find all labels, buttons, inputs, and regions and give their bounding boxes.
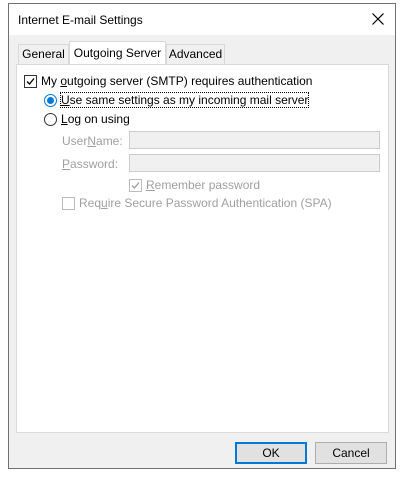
smtp-auth-option[interactable]: My outgoing server (SMTP) requires authe… bbox=[24, 74, 312, 88]
close-button[interactable] bbox=[361, 4, 395, 35]
tab-advanced[interactable]: Advanced bbox=[166, 44, 225, 64]
smtp-auth-checkbox[interactable] bbox=[24, 74, 37, 88]
log-on-using-radio[interactable] bbox=[44, 112, 57, 126]
tab-general-label: General bbox=[22, 47, 65, 61]
tab-advanced-label: Advanced bbox=[168, 47, 223, 61]
require-spa-option[interactable]: Require Secure Password Authentication (… bbox=[62, 196, 332, 210]
ok-button-label: OK bbox=[262, 446, 280, 460]
window-title: Internet E-mail Settings bbox=[18, 13, 143, 27]
tab-panel-outgoing-server: My outgoing server (SMTP) requires authe… bbox=[16, 64, 389, 433]
log-on-using-label: Log on using bbox=[61, 112, 130, 126]
cancel-button[interactable]: Cancel bbox=[315, 442, 387, 464]
require-spa-label: Require Secure Password Authentication (… bbox=[79, 196, 332, 210]
remember-password-checkbox[interactable] bbox=[129, 178, 142, 192]
cancel-button-label: Cancel bbox=[332, 446, 370, 460]
tab-general[interactable]: General bbox=[18, 44, 69, 64]
checkmark-icon bbox=[26, 77, 35, 85]
tab-outgoing-server[interactable]: Outgoing Server bbox=[69, 41, 166, 64]
smtp-auth-label: My outgoing server (SMTP) requires authe… bbox=[41, 74, 313, 88]
log-on-using-option[interactable]: Log on using bbox=[44, 112, 130, 126]
use-same-settings-option[interactable]: Use same settings as my incoming mail se… bbox=[44, 92, 310, 108]
tab-outgoing-server-label: Outgoing Server bbox=[73, 46, 162, 60]
remember-password-label: Remember password bbox=[146, 178, 261, 192]
title-bar: Internet E-mail Settings bbox=[9, 4, 395, 35]
password-input[interactable] bbox=[129, 154, 380, 172]
user-name-label: User Name: bbox=[62, 134, 123, 148]
remember-password-option[interactable]: Remember password bbox=[129, 178, 260, 192]
dialog-window: Internet E-mail Settings General Outgoin… bbox=[8, 3, 396, 469]
checkmark-icon bbox=[131, 181, 140, 189]
use-same-settings-label: Use same settings as my incoming mail se… bbox=[59, 92, 310, 108]
ok-button[interactable]: OK bbox=[235, 442, 307, 464]
require-spa-checkbox[interactable] bbox=[62, 196, 75, 210]
password-label: Password: bbox=[62, 157, 119, 171]
close-icon bbox=[372, 13, 384, 25]
use-same-settings-radio[interactable] bbox=[44, 93, 57, 107]
user-name-input[interactable] bbox=[129, 131, 380, 149]
